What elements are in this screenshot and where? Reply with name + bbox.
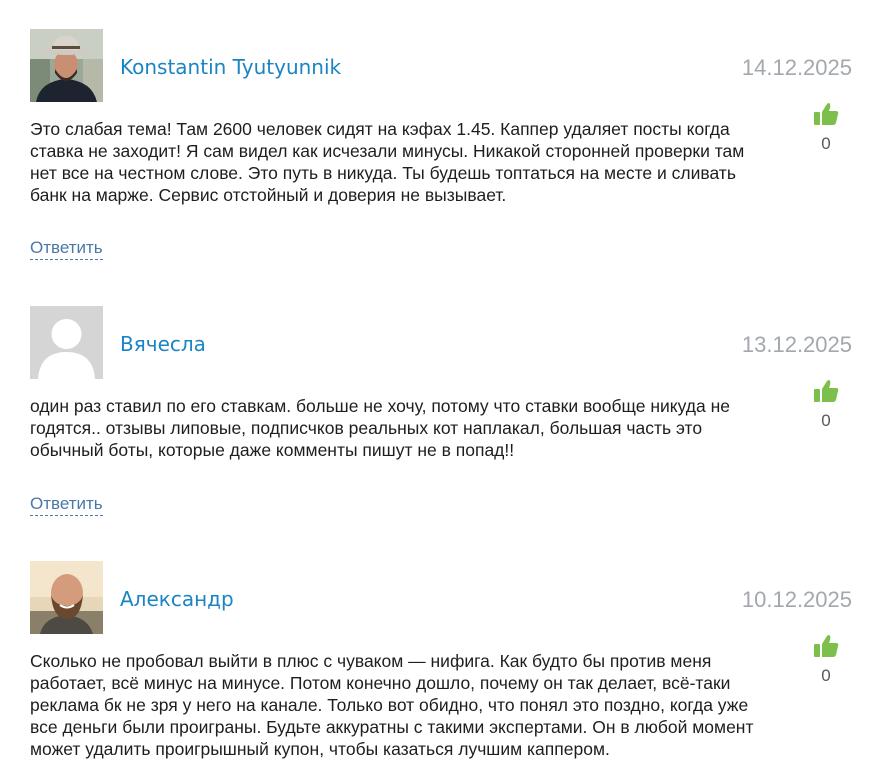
avatar [30, 29, 103, 102]
comment-text: один раз ставил по его ставкам. больше н… [30, 396, 731, 460]
like-count: 0 [821, 134, 831, 153]
comment-text: Сколько не пробовал выйти в плюс с чувак… [30, 651, 754, 759]
comment: Konstantin Tyutyunnik 14.12.2025 Это сла… [0, 29, 872, 264]
like-widget: 0 [805, 102, 847, 154]
like-count: 0 [821, 666, 831, 685]
like-widget: 0 [805, 634, 847, 686]
avatar [30, 306, 103, 379]
author-name[interactable]: Konstantin Tyutyunnik [120, 55, 341, 79]
reply-link[interactable]: Ответить [30, 238, 103, 260]
like-widget: 0 [805, 379, 847, 431]
thumbs-up-icon[interactable] [813, 102, 839, 126]
reply-link[interactable]: Ответить [30, 494, 103, 516]
like-count: 0 [821, 411, 831, 430]
author-name[interactable]: Александр [120, 587, 234, 611]
thumbs-up-icon[interactable] [813, 634, 839, 658]
thumbs-up-icon[interactable] [813, 379, 839, 403]
comment-date: 14.12.2025 [741, 55, 852, 80]
comment-date: 10.12.2025 [741, 587, 852, 612]
author-name[interactable]: Вячесла [120, 332, 206, 356]
comment-text: Это слабая тема! Там 2600 человек сидят … [30, 119, 745, 205]
avatar [30, 561, 103, 634]
comment: Александр 10.12.2025 Сколько не пробовал… [0, 561, 872, 779]
comment-date: 13.12.2025 [741, 332, 852, 357]
comment: Вячесла 13.12.2025 один раз ставил по ег… [0, 306, 872, 521]
